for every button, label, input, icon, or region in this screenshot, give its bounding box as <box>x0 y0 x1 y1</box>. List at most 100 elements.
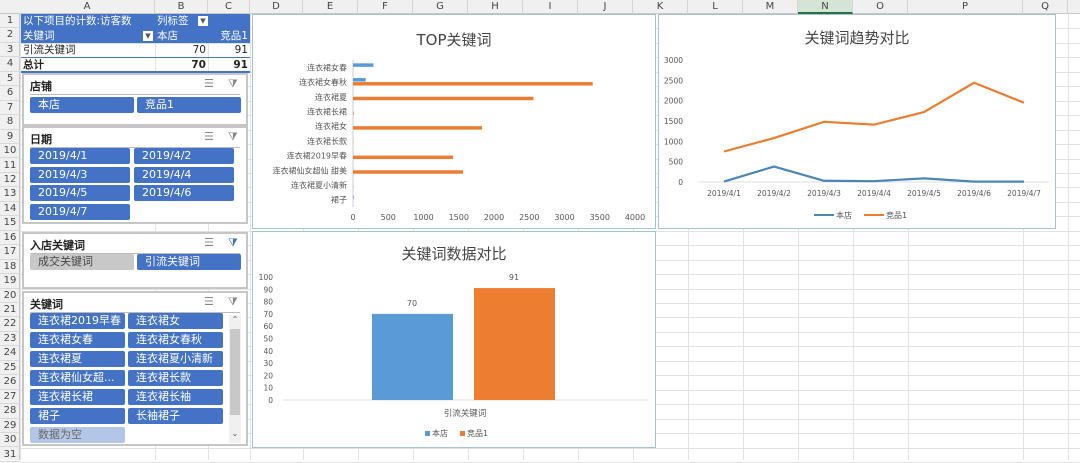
slicer-item-keyword[interactable]: 连衣裙夏小清新 <box>128 351 223 367</box>
pivot-cell[interactable]: 70 <box>160 43 206 57</box>
y-tick-label: 3000 <box>664 56 683 65</box>
slicer-item-store[interactable]: 本店 <box>30 97 134 113</box>
scrollbar-thumb[interactable] <box>230 329 240 415</box>
y-category-label: 连衣裙2019早春 <box>287 151 347 161</box>
row-header[interactable]: 24 <box>0 346 20 360</box>
keyword-trend-chart[interactable]: 关键词趋势对比 0500100015002000250030002019/4/1… <box>658 14 1056 229</box>
keyword-compare-chart[interactable]: 关键词数据对比 010203040506070809010070本店91竞品1引… <box>252 231 656 448</box>
column-header[interactable]: I <box>523 0 578 14</box>
slicer-item-keyword[interactable]: 连衣裙2019早春 <box>30 313 125 329</box>
slicer-item-store[interactable]: 竞品1 <box>137 97 241 113</box>
column-header[interactable]: F <box>358 0 413 14</box>
row-header[interactable]: 30 <box>0 433 20 447</box>
column-header[interactable]: N <box>798 0 853 14</box>
slicer-item-date[interactable]: 2019/4/6 <box>134 185 234 201</box>
slicer-item-date[interactable]: 2019/4/5 <box>30 185 130 201</box>
slicer-item-date[interactable]: 2019/4/4 <box>134 167 234 183</box>
slicer-item-date[interactable]: 2019/4/1 <box>30 148 130 164</box>
row-filter-dropdown-icon[interactable]: ▼ <box>143 31 153 41</box>
row-header[interactable]: 28 <box>0 404 20 418</box>
clear-filter-icon[interactable]: ⧩ <box>228 236 238 250</box>
column-header[interactable]: M <box>743 0 798 14</box>
clear-filter-icon[interactable]: ⧩ <box>228 295 238 309</box>
column-header[interactable]: B <box>155 0 208 14</box>
slicer-item-keyword[interactable]: 连衣裙仙女超... <box>30 370 125 386</box>
scroll-down-icon[interactable]: ⌄ <box>229 429 241 441</box>
slicer-item-keyword[interactable]: 连衣裙长款 <box>128 370 223 386</box>
column-header[interactable]: C <box>208 0 250 14</box>
slicer-item-keyword[interactable]: 连衣裙女 <box>128 313 223 329</box>
row-header[interactable]: 12 <box>0 173 20 187</box>
row-header[interactable]: 22 <box>0 317 20 331</box>
scroll-up-icon[interactable]: ⌃ <box>229 315 241 327</box>
row-header[interactable]: 6 <box>0 86 20 100</box>
slicer-item-keyword[interactable]: 连衣裙女春 <box>30 332 125 348</box>
row-header[interactable]: 23 <box>0 332 20 346</box>
slicer-item-date[interactable]: 2019/4/3 <box>30 167 130 183</box>
row-header[interactable]: 7 <box>0 101 20 115</box>
row-header[interactable]: 20 <box>0 289 20 303</box>
row-header[interactable]: 14 <box>0 202 20 216</box>
slicer-item-empty[interactable]: 数据为空 <box>30 427 125 443</box>
row-header[interactable]: 18 <box>0 260 20 274</box>
column-header[interactable]: A <box>20 0 155 14</box>
row-header[interactable]: 16 <box>0 231 20 245</box>
row-header[interactable]: 13 <box>0 187 20 201</box>
row-header[interactable]: 17 <box>0 245 20 259</box>
multi-select-icon[interactable]: ☰ <box>204 236 214 249</box>
slicer-item-entry[interactable]: 引流关键词 <box>137 254 241 270</box>
row-header[interactable]: 1 <box>0 14 20 28</box>
column-header[interactable]: G <box>413 0 468 14</box>
y-category-label: 连衣裙长款 <box>307 136 347 146</box>
y-tick-label: 30 <box>263 359 273 368</box>
column-header[interactable]: P <box>908 0 1023 14</box>
row-header[interactable]: 9 <box>0 130 20 144</box>
slicer-date: 日期 ☰ ⧩ 2019/4/12019/4/22019/4/32019/4/42… <box>22 126 248 224</box>
slicer-item-keyword[interactable]: 连衣裙女春秋 <box>128 332 223 348</box>
x-tick-label: 1000 <box>413 213 433 222</box>
column-header[interactable]: O <box>853 0 908 14</box>
x-tick-label: 1500 <box>449 213 469 222</box>
multi-select-icon[interactable]: ☰ <box>204 77 214 90</box>
pivot-cell[interactable]: 91 <box>208 43 248 57</box>
col-filter-dropdown-icon[interactable]: ▼ <box>198 16 208 26</box>
row-header[interactable]: 8 <box>0 115 20 129</box>
column-header[interactable]: D <box>250 0 303 14</box>
pivot-row-label-cell[interactable]: 引流关键词 <box>23 43 76 57</box>
top-keywords-chart[interactable]: TOP关键词 05001000150020002500300035004000连… <box>252 14 656 229</box>
row-header[interactable]: 10 <box>0 144 20 158</box>
row-header[interactable]: 19 <box>0 274 20 288</box>
bar-competitor <box>474 288 555 400</box>
slicer-item-keyword[interactable]: 连衣裙夏 <box>30 351 125 367</box>
row-header[interactable]: 25 <box>0 361 20 375</box>
slicer-item-date[interactable]: 2019/4/7 <box>30 204 130 220</box>
row-header[interactable]: 3 <box>0 43 20 57</box>
y-tick-label: 2500 <box>664 76 683 85</box>
multi-select-icon[interactable]: ☰ <box>204 130 214 143</box>
column-header[interactable]: E <box>303 0 358 14</box>
column-header[interactable]: L <box>688 0 743 14</box>
slicer-item-keyword[interactable]: 裙子 <box>30 408 125 424</box>
row-header[interactable]: 21 <box>0 303 20 317</box>
scrollbar[interactable]: ⌃ ⌄ <box>229 315 241 443</box>
column-header[interactable]: H <box>468 0 523 14</box>
slicer-item-keyword[interactable]: 长袖裙子 <box>128 408 223 424</box>
column-header[interactable]: Q <box>1023 0 1068 14</box>
row-header[interactable]: 29 <box>0 419 20 433</box>
multi-select-icon[interactable]: ☰ <box>204 295 214 308</box>
slicer-item-keyword[interactable]: 连衣裙长裙 <box>30 389 125 405</box>
row-header[interactable]: 15 <box>0 216 20 230</box>
row-header[interactable]: 4 <box>0 57 20 71</box>
row-header[interactable]: 27 <box>0 390 20 404</box>
slicer-item-date[interactable]: 2019/4/2 <box>134 148 234 164</box>
row-header[interactable]: 11 <box>0 159 20 173</box>
row-header[interactable]: 2 <box>0 28 20 42</box>
clear-filter-icon[interactable]: ⧩ <box>228 77 238 91</box>
row-header[interactable]: 5 <box>0 72 20 86</box>
row-header[interactable]: 26 <box>0 375 20 389</box>
slicer-item-keyword[interactable]: 连衣裙长袖 <box>128 389 223 405</box>
column-header[interactable]: K <box>633 0 688 14</box>
slicer-item-entry[interactable]: 成交关键词 <box>30 254 134 270</box>
column-header[interactable]: J <box>578 0 633 14</box>
clear-filter-icon[interactable]: ⧩ <box>228 130 238 144</box>
